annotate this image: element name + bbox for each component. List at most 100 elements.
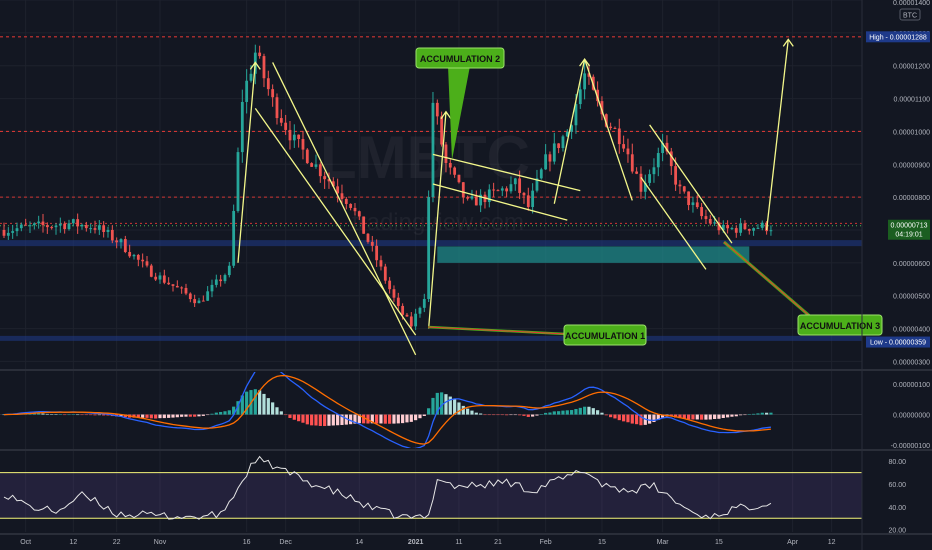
candle-body-73: [318, 164, 322, 177]
time-axis-label-6: 14: [355, 539, 363, 546]
candle-body-91: [396, 297, 400, 306]
macd-histogram-bar-12: [54, 414, 58, 415]
time-axis-label-9: 21: [494, 539, 502, 546]
candle-body-104: [453, 167, 457, 175]
macd-histogram-bar-101: [440, 392, 444, 415]
candle-body-15: [67, 223, 71, 230]
candle-body-74: [323, 176, 327, 180]
candle-body-172: [747, 229, 751, 231]
candle-body-92: [401, 305, 405, 315]
macd-histogram-bar-15: [67, 414, 71, 416]
time-axis-label-7: 2021: [408, 539, 424, 546]
macd-histogram-bar-123: [535, 414, 539, 416]
macd-histogram-bar-102: [444, 394, 448, 415]
candle-body-90: [392, 289, 396, 298]
macd-histogram-bar-106: [461, 405, 465, 415]
macd-histogram-bar-127: [552, 411, 556, 415]
macd-histogram-bar-161: [700, 414, 704, 420]
macd-histogram-bar-175: [760, 412, 764, 415]
low-marker-label: Low - 0.00000359: [870, 340, 926, 347]
candle-body-158: [687, 191, 691, 206]
candle-body-140: [609, 126, 613, 128]
rsi-band: [0, 472, 862, 519]
watermark: LMBTC tradingview.com: [320, 124, 530, 236]
macd-histogram-bar-97: [422, 414, 426, 417]
macd-histogram-bar-77: [336, 414, 340, 426]
macd-histogram-bar-112: [487, 414, 491, 416]
candle-body-121: [526, 195, 530, 207]
candle-body-48: [210, 284, 214, 292]
candle-body-6: [28, 225, 32, 227]
candle-body-95: [414, 313, 418, 327]
macd-histogram-bar-37: [162, 414, 166, 419]
candle-body-11: [50, 227, 54, 229]
candle-body-119: [518, 178, 522, 193]
macd-histogram-bar-40: [175, 414, 179, 418]
price-axis-label-0: 0.00000300: [893, 359, 930, 366]
macd-histogram-bar-110: [479, 413, 483, 415]
macd-histogram-bar-95: [414, 414, 418, 421]
candle-body-98: [427, 197, 431, 299]
candle-body-41: [180, 287, 184, 289]
candle-body-107: [466, 197, 470, 199]
macd-histogram-bar-48: [210, 413, 214, 415]
candle-body-175: [760, 222, 764, 228]
macd-histogram-bar-115: [500, 414, 504, 416]
macd-histogram-bar-118: [513, 414, 517, 416]
current-price-value: 0.00000713: [891, 223, 928, 230]
candle-body-61: [266, 78, 270, 90]
time-axis-label-14: Apr: [787, 539, 799, 546]
callout-accumulation-1: ACCUMULATION 1: [563, 324, 647, 346]
macd-histogram-bar-44: [193, 414, 197, 417]
macd-histogram-bar-68: [297, 414, 301, 422]
candle-body-65: [284, 122, 288, 130]
macd-histogram-bar-166: [721, 414, 725, 419]
candle-body-160: [695, 202, 699, 208]
time-axis-label-2: 22: [113, 539, 121, 546]
macd-histogram-bar-99: [431, 397, 435, 415]
macd-histogram-bar-67: [292, 414, 296, 420]
candle-body-17: [76, 219, 80, 227]
candle-body-55: [240, 101, 244, 153]
candle-body-112: [487, 189, 491, 203]
candle-body-117: [509, 184, 513, 192]
candle-body-0: [2, 230, 6, 236]
candle-body-43: [188, 293, 192, 300]
candle-body-116: [505, 188, 509, 192]
macd-histogram-bar-46: [201, 414, 205, 416]
candle-body-169: [734, 228, 738, 233]
candle-body-42: [184, 287, 188, 294]
price-axis-label-2: 0.00000500: [893, 294, 930, 301]
candle-body-124: [539, 169, 543, 179]
candle-body-66: [288, 129, 292, 141]
candle-body-151: [656, 153, 660, 168]
candle-body-167: [726, 224, 730, 229]
candle-body-14: [63, 223, 67, 230]
candle-body-29: [128, 252, 132, 257]
candle-body-72: [314, 164, 318, 167]
candle-body-108: [470, 196, 474, 199]
candle-body-28: [123, 239, 127, 253]
macd-histogram-bar-13: [58, 414, 62, 415]
candle-body-133: [578, 89, 582, 105]
candle-body-62: [271, 89, 275, 98]
time-axis-label-13: 15: [715, 539, 723, 546]
macd-histogram-bar-71: [310, 414, 314, 426]
candle-body-146: [635, 171, 639, 174]
candle-body-37: [162, 275, 166, 283]
candle-body-30: [132, 254, 136, 257]
macd-histogram-bar-113: [492, 414, 496, 416]
candle-body-134: [583, 73, 587, 90]
candle-body-99: [431, 102, 435, 198]
macd-histogram-bar-61: [266, 398, 270, 415]
macd-histogram-bar-136: [591, 408, 595, 415]
macd-histogram-bar-163: [708, 414, 712, 420]
macd-histogram-bar-146: [635, 414, 639, 425]
macd-histogram-bar-165: [717, 414, 721, 419]
macd-histogram-bar-23: [102, 414, 106, 416]
candle-body-85: [370, 241, 374, 246]
candle-body-44: [193, 299, 197, 304]
candle-body-20: [89, 228, 93, 230]
candle-body-21: [93, 228, 97, 230]
candle-body-4: [19, 224, 23, 229]
